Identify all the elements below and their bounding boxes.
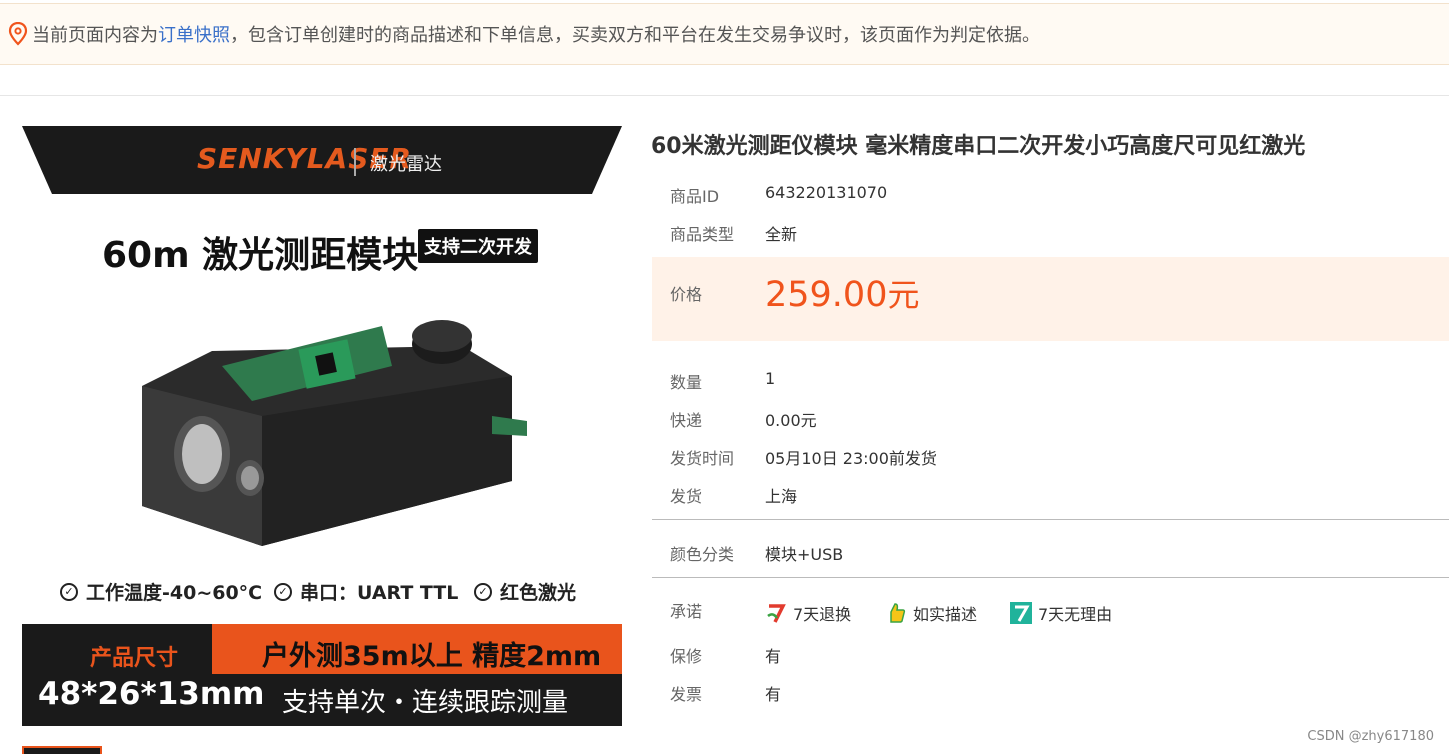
promise-text: 7天退换 <box>793 605 852 624</box>
promise-text: 7天无理由 <box>1038 605 1113 624</box>
qty-label: 数量 <box>670 373 703 392</box>
feature-temperature: ✓ 工作温度-40~60°C <box>60 578 262 605</box>
promise-text: 如实描述 <box>913 605 978 624</box>
promise-7day-no-reason[interactable]: 7天无理由 <box>1010 601 1112 625</box>
size-value: 48*26*13mm <box>38 676 265 712</box>
origin-label: 发货 <box>670 487 703 506</box>
product-image: SENKYLASER 激光雷达 60m 激光测距模块 支持二次开发 ✓ 工作温度-… <box>22 126 622 726</box>
promise-label: 承诺 <box>670 602 703 621</box>
return-7-icon <box>765 602 787 624</box>
price-number: 259.00 <box>765 275 888 315</box>
qty-value: 1 <box>765 369 776 388</box>
check-icon: ✓ <box>474 582 492 601</box>
slogan-range: 户外测35m以上 精度2mm <box>262 641 602 672</box>
snapshot-notice: 当前页面内容为 订单快照 ，包含订单创建时的商品描述和下单信息，买卖双方和平台在发生… <box>0 3 1449 65</box>
warranty-label: 保修 <box>670 647 703 666</box>
snapshot-link[interactable]: 订单快照 <box>158 21 230 47</box>
id-value: 643220131070 <box>765 183 888 202</box>
product-title: 60米激光测距仪模块 毫米精度串口二次开发小巧高度尺可见红激光 <box>651 134 1306 159</box>
feature-text: 红色激光 <box>500 582 577 604</box>
invoice-label: 发票 <box>670 685 703 704</box>
promise-as-described[interactable]: 如实描述 <box>885 601 977 625</box>
separator <box>652 577 1449 578</box>
seven-days-icon <box>1010 602 1032 624</box>
location-pin-icon <box>8 22 28 46</box>
watermark: CSDN @zhy617180 <box>1307 729 1434 744</box>
feature-text: 工作温度-40~60°C <box>86 582 263 604</box>
feature-uart: ✓ 串口：UART TTL <box>274 578 458 605</box>
image-tag: 支持二次开发 <box>418 229 538 263</box>
ship-time-value: 05月10日 23:00前发货 <box>765 449 937 468</box>
check-icon: ✓ <box>274 582 292 601</box>
ship-time-label: 发货时间 <box>670 449 735 468</box>
invoice-value: 有 <box>765 685 782 704</box>
color-value: 模块+USB <box>765 545 844 564</box>
size-label: 产品尺寸 <box>90 646 179 671</box>
separator <box>652 519 1449 520</box>
notice-suffix: ，包含订单创建时的商品描述和下单信息，买卖双方和平台在发生交易争议时，该页面作为… <box>230 25 1040 46</box>
image-headline: 60m 激光测距模块 <box>102 235 419 276</box>
image-bottom-strip: 产品尺寸 48*26*13mm 户外测35m以上 精度2mm 支持单次・连续跟踪… <box>22 624 622 726</box>
feature-text: 串口：UART TTL <box>300 582 459 604</box>
type-label: 商品类型 <box>670 225 735 244</box>
divider <box>0 95 1449 96</box>
price-label: 价格 <box>670 285 703 304</box>
color-label: 颜色分类 <box>670 545 735 564</box>
brand-subtitle: 激光雷达 <box>370 154 442 175</box>
price-value: 259.00元 <box>765 270 919 316</box>
thumbnail[interactable] <box>22 746 102 754</box>
shipping-label: 快递 <box>670 411 703 430</box>
feature-red-laser: ✓ 红色激光 <box>474 578 576 605</box>
id-label: 商品ID <box>670 187 720 206</box>
origin-value: 上海 <box>765 487 798 506</box>
price-box: 价格 259.00元 <box>652 257 1449 341</box>
check-icon: ✓ <box>60 582 78 601</box>
slogan-mode: 支持单次・连续跟踪测量 <box>282 688 569 718</box>
brand-separator <box>354 148 356 176</box>
notice-prefix: 当前页面内容为 <box>32 25 158 46</box>
shipping-value: 0.00元 <box>765 411 817 430</box>
price-unit: 元 <box>887 276 920 314</box>
warranty-value: 有 <box>765 647 782 666</box>
laser-module-illustration <box>142 320 527 546</box>
promise-7day-return[interactable]: 7天退换 <box>765 601 851 625</box>
type-value: 全新 <box>765 225 798 244</box>
thumbs-up-icon <box>885 602 907 624</box>
